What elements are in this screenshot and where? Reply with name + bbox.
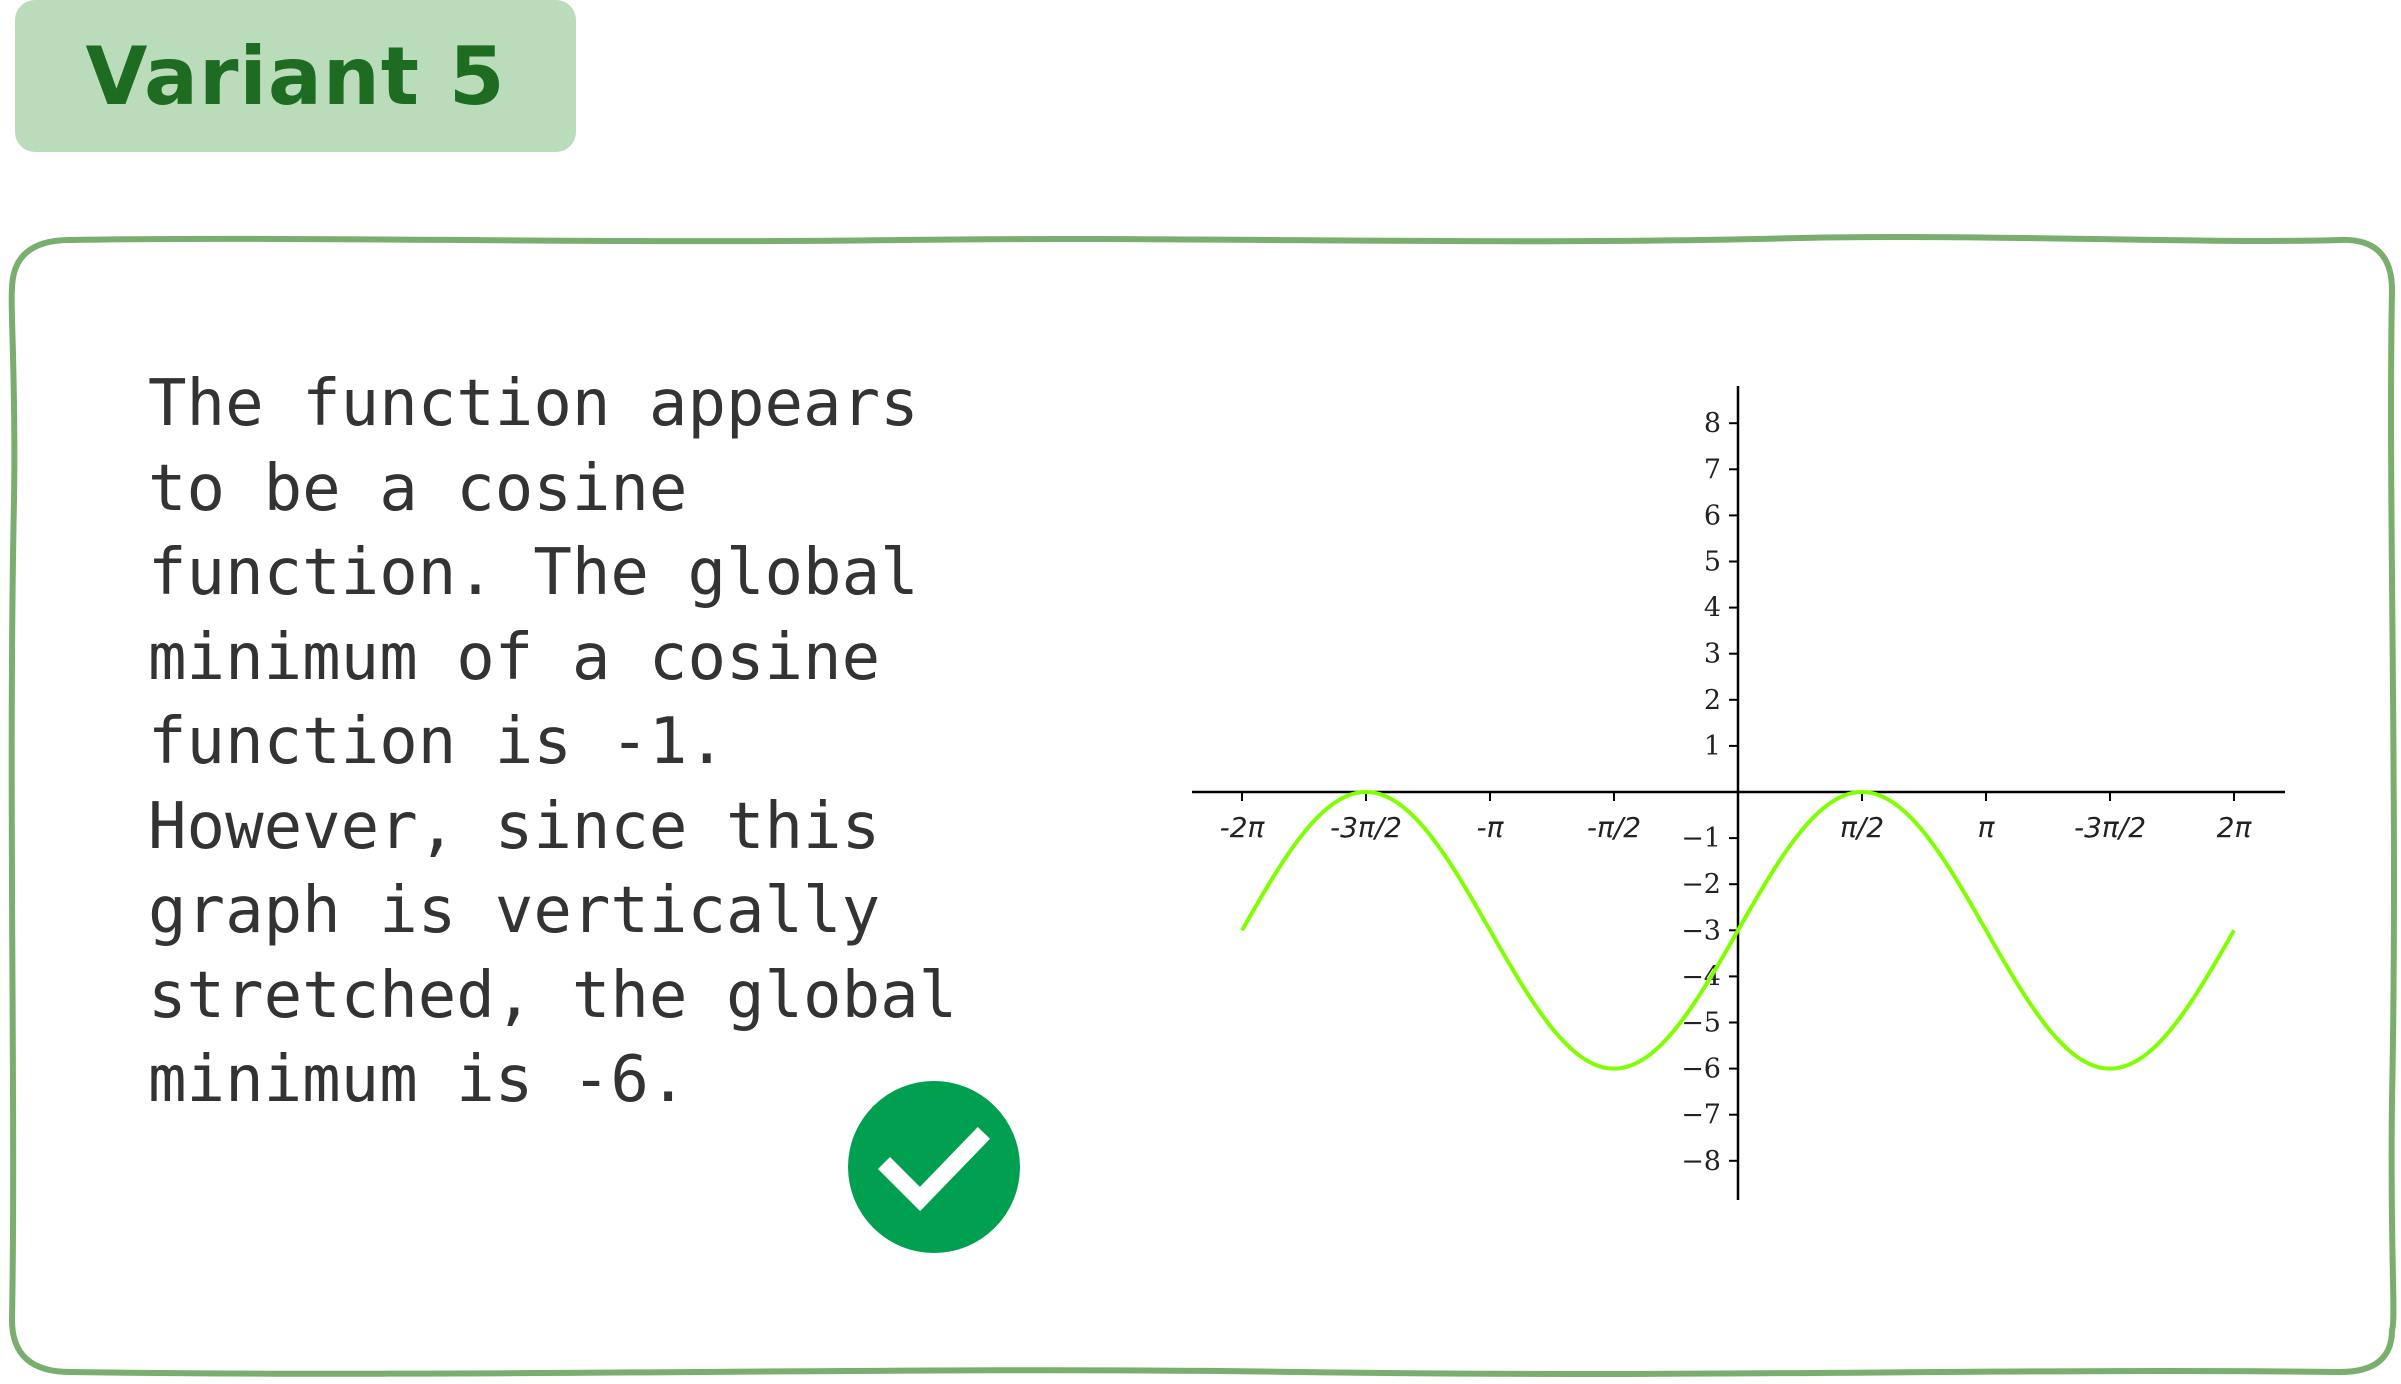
x-tick-label: -π/2: [1587, 811, 1641, 844]
y-tick-label: 4: [1704, 593, 1721, 624]
y-tick-label: −6: [1681, 1054, 1721, 1085]
y-tick-label: 7: [1704, 454, 1721, 485]
y-tick-label: −4: [1681, 961, 1721, 992]
y-tick-label: 2: [1704, 685, 1721, 716]
y-tick-label: −8: [1681, 1146, 1721, 1177]
y-tick-label: −1: [1681, 823, 1721, 854]
y-tick-label: 5: [1704, 547, 1721, 578]
y-tick-label: 1: [1704, 731, 1721, 762]
x-tick-label: -2π: [1220, 811, 1266, 844]
x-tick-label: π/2: [1840, 811, 1884, 844]
x-tick-label: -π: [1477, 811, 1505, 844]
x-tick-label: 2π: [2217, 811, 2253, 844]
y-tick-label: −7: [1681, 1100, 1721, 1131]
y-tick-label: −3: [1681, 915, 1721, 946]
cosine-chart: -2π -3π/2 -π -π/2 π/2 π -3π/2 2π 8 7 6 5 4 3 2 1 −1 −2 −3 −…: [1192, 386, 2285, 1200]
y-tick-label: 6: [1704, 500, 1721, 531]
y-tick-label: −2: [1681, 869, 1721, 900]
x-tick-label: -3π/2: [2074, 811, 2146, 844]
x-tick-label: π: [1978, 811, 1996, 844]
y-tick-label: 8: [1704, 408, 1721, 439]
y-tick-label: 3: [1704, 639, 1721, 670]
x-tick-label: -3π/2: [1330, 811, 1402, 844]
